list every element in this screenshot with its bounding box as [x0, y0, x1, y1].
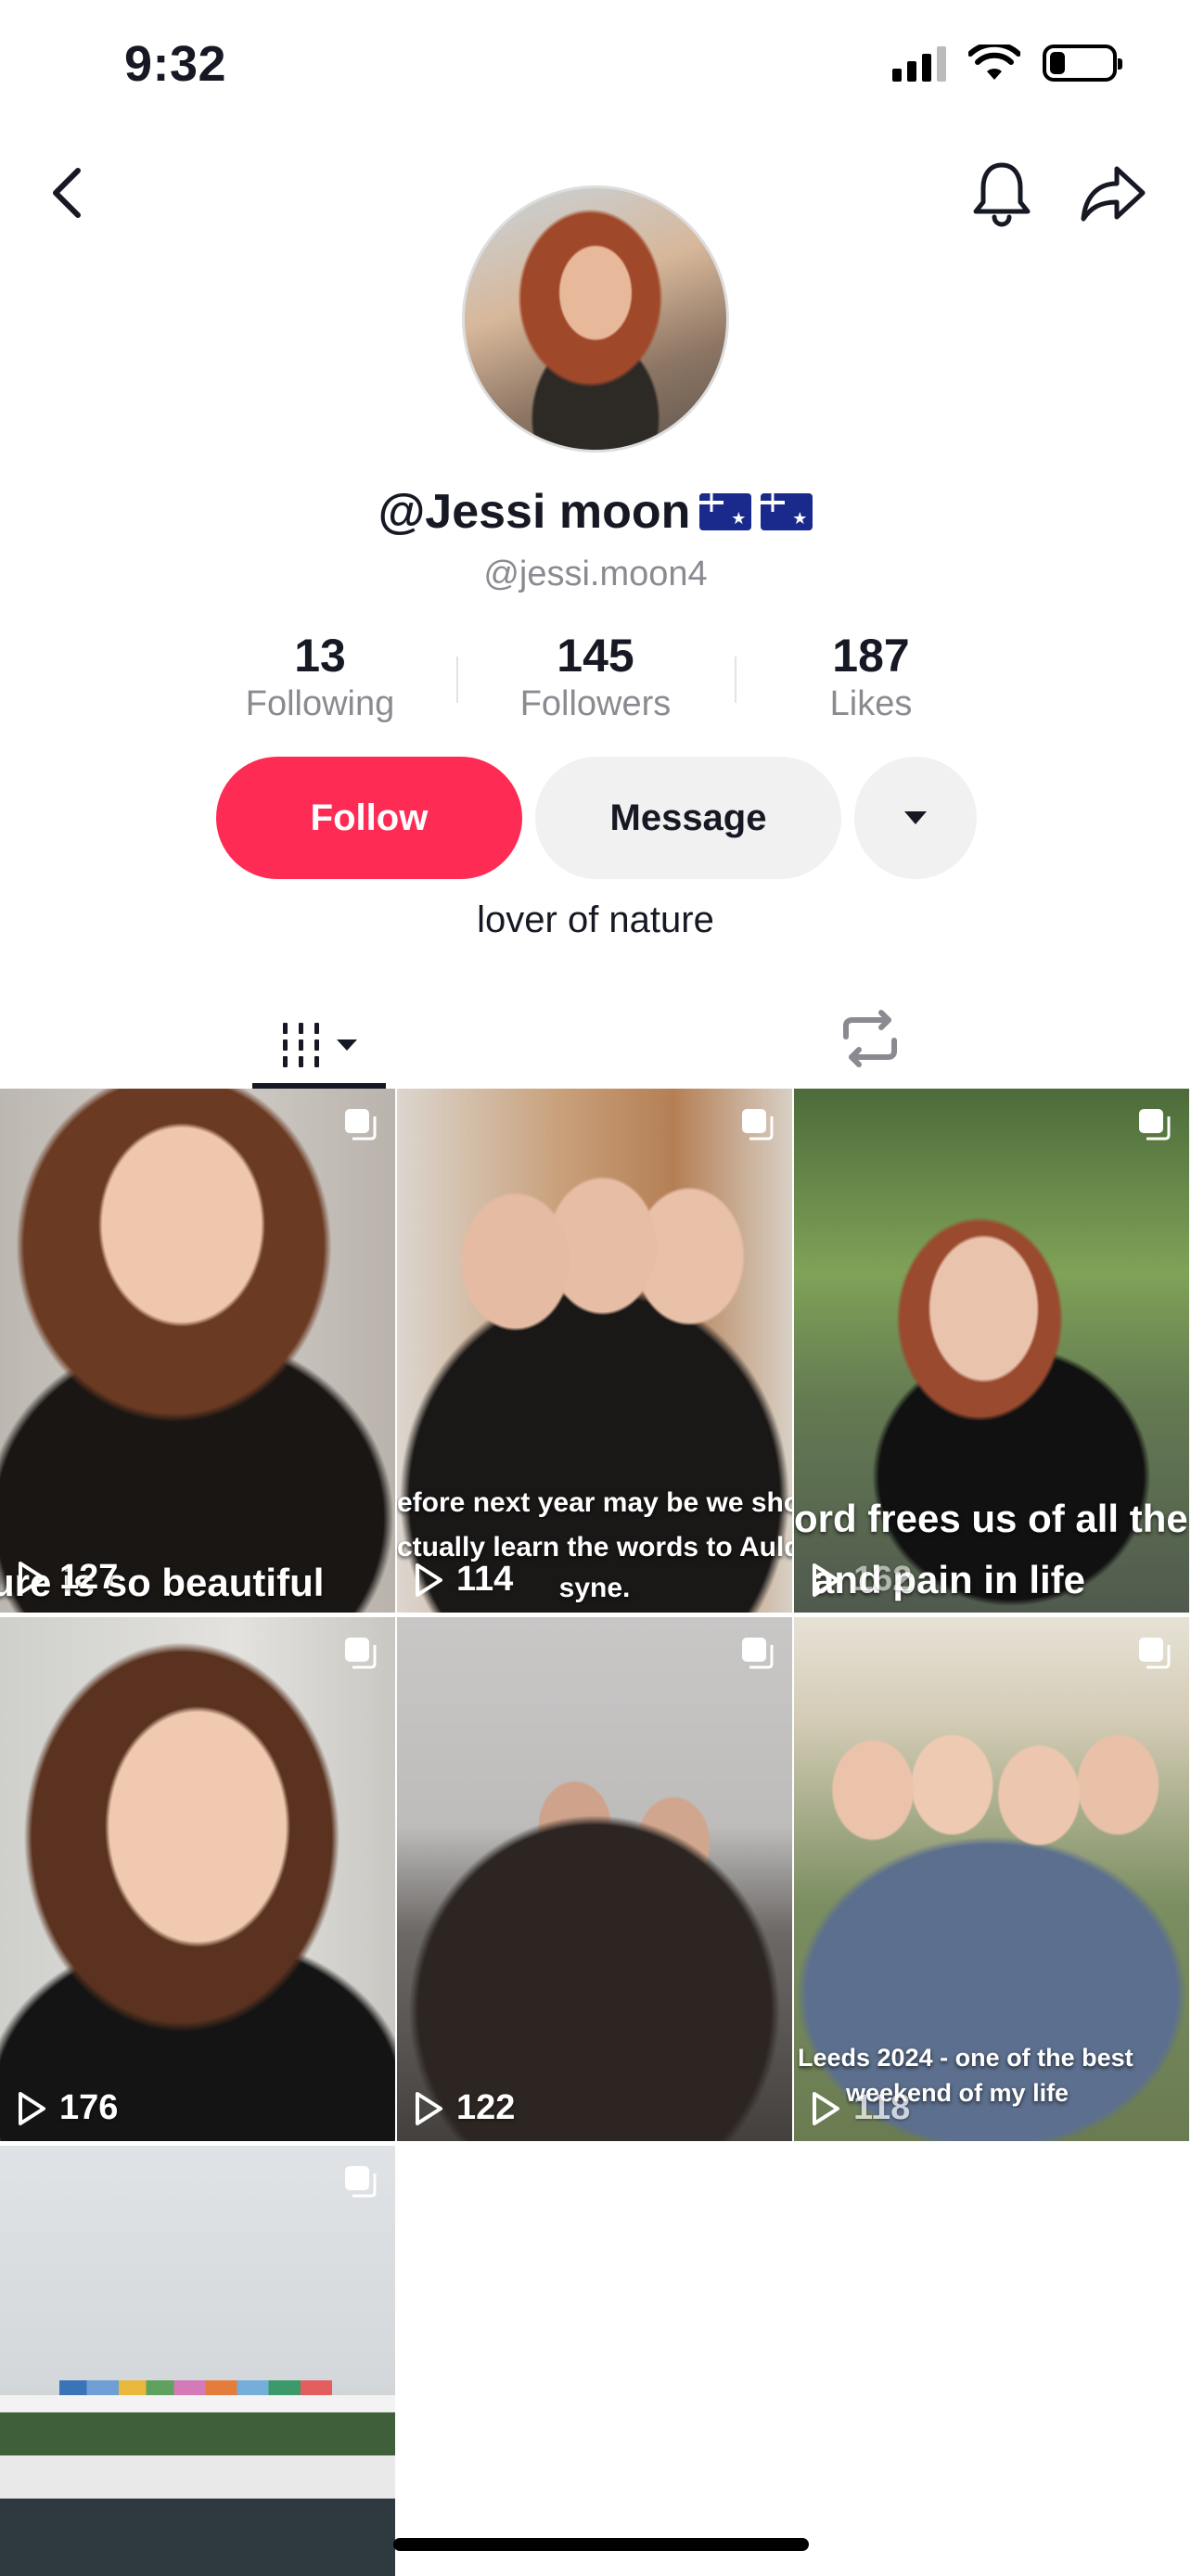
view-count: 162 [811, 1560, 912, 1600]
view-count: 127 [17, 1558, 118, 1598]
video-caption: efore next year may be we shou [397, 1487, 792, 1518]
view-count: 122 [414, 2088, 515, 2128]
notification-bell-button[interactable] [965, 156, 1039, 230]
caret-down-icon [904, 811, 927, 824]
multi-photo-icon [1139, 1638, 1171, 1669]
stat-value: 13 [294, 630, 346, 682]
battery-icon [1043, 45, 1122, 82]
video-thumbnail[interactable] [0, 2146, 395, 2576]
multi-photo-icon [742, 1638, 774, 1669]
home-indicator[interactable] [393, 2538, 809, 2551]
share-button[interactable] [1076, 156, 1150, 230]
play-icon [416, 2091, 442, 2125]
message-button[interactable]: Message [535, 757, 841, 879]
stat-label: Likes [829, 684, 913, 723]
video-thumbnail[interactable]: ord frees us of all the w and pain in li… [794, 1089, 1189, 1613]
multi-photo-icon [1139, 1109, 1171, 1141]
stat-followers[interactable]: 145 Followers [498, 629, 693, 724]
repost-icon [843, 1010, 897, 1067]
caret-down-icon [337, 1039, 357, 1051]
stat-value: 145 [557, 630, 634, 682]
multi-photo-icon [742, 1109, 774, 1141]
multi-photo-icon [345, 1638, 377, 1669]
username: @jessi.moon4 [483, 555, 708, 593]
stat-divider [456, 657, 458, 703]
multi-photo-icon [345, 1109, 377, 1141]
play-icon [416, 1562, 442, 1597]
tab-reposts[interactable] [833, 1001, 907, 1076]
view-count: 114 [414, 1560, 513, 1600]
play-icon [813, 2091, 839, 2125]
view-count-text: 118 [853, 2088, 911, 2127]
display-name-text: @Jessi moon [378, 485, 691, 539]
video-grid-icon [283, 1023, 319, 1067]
view-count-text: 162 [853, 1560, 913, 1599]
video-caption: Leeds 2024 - one of the best [798, 2044, 1133, 2072]
profile-screen: 9:32 @Jessi moon ★ ★ @jessi.moon4 13 Fol… [0, 0, 1191, 2576]
status-icons [892, 45, 1122, 82]
play-icon [813, 1562, 839, 1597]
wifi-icon [968, 45, 1020, 80]
video-thumbnail[interactable]: 176 [0, 1617, 395, 2141]
video-thumbnail[interactable]: Leeds 2024 - one of the best weekend of … [794, 1617, 1189, 2141]
stat-divider [735, 657, 736, 703]
profile-stats: 13 Following 145 Followers 187 Likes [223, 629, 968, 724]
stat-likes[interactable]: 187 Likes [774, 629, 968, 724]
avatar[interactable] [462, 185, 729, 453]
view-count-text: 127 [59, 1558, 119, 1597]
stat-value: 187 [832, 630, 910, 682]
tab-videos[interactable] [252, 1001, 386, 1089]
status-time: 9:32 [124, 36, 227, 92]
play-icon [19, 2091, 45, 2125]
status-bar: 9:32 [0, 0, 1191, 130]
follow-button[interactable]: Follow [216, 757, 522, 879]
cellular-signal-icon [892, 45, 946, 82]
profile-actions: Follow Message [216, 757, 977, 879]
video-thumbnail[interactable]: ure is so beautiful 127 [0, 1089, 395, 1613]
bell-icon [973, 162, 1031, 227]
australia-flag-icon [699, 493, 752, 530]
bio: lover of nature [477, 899, 714, 940]
share-arrow-icon [1081, 166, 1146, 222]
view-count-text: 122 [456, 2088, 516, 2127]
suggested-accounts-button[interactable] [854, 757, 977, 879]
stat-label: Followers [519, 684, 672, 723]
content-tabs [0, 983, 1191, 1089]
chevron-left-icon [53, 168, 81, 218]
cook-islands-flag-icon [761, 493, 813, 530]
video-thumbnail[interactable]: 122 [397, 1617, 792, 2141]
view-count-text: 114 [456, 1560, 514, 1599]
video-caption: ord frees us of all the w [794, 1497, 1189, 1540]
display-name: @Jessi moon [0, 484, 1191, 540]
view-count-text: 176 [59, 2088, 119, 2127]
view-count: 176 [17, 2088, 118, 2128]
back-button[interactable] [37, 156, 96, 230]
multi-photo-icon [345, 2166, 377, 2198]
view-count: 118 [811, 2088, 910, 2128]
stat-label: Following [245, 684, 395, 723]
video-thumbnail[interactable]: efore next year may be we shou ctually l… [397, 1089, 792, 1613]
video-caption: ctually learn the words to Auld la [397, 1532, 792, 1562]
play-icon [19, 1561, 45, 1595]
stat-following[interactable]: 13 Following [223, 629, 417, 724]
